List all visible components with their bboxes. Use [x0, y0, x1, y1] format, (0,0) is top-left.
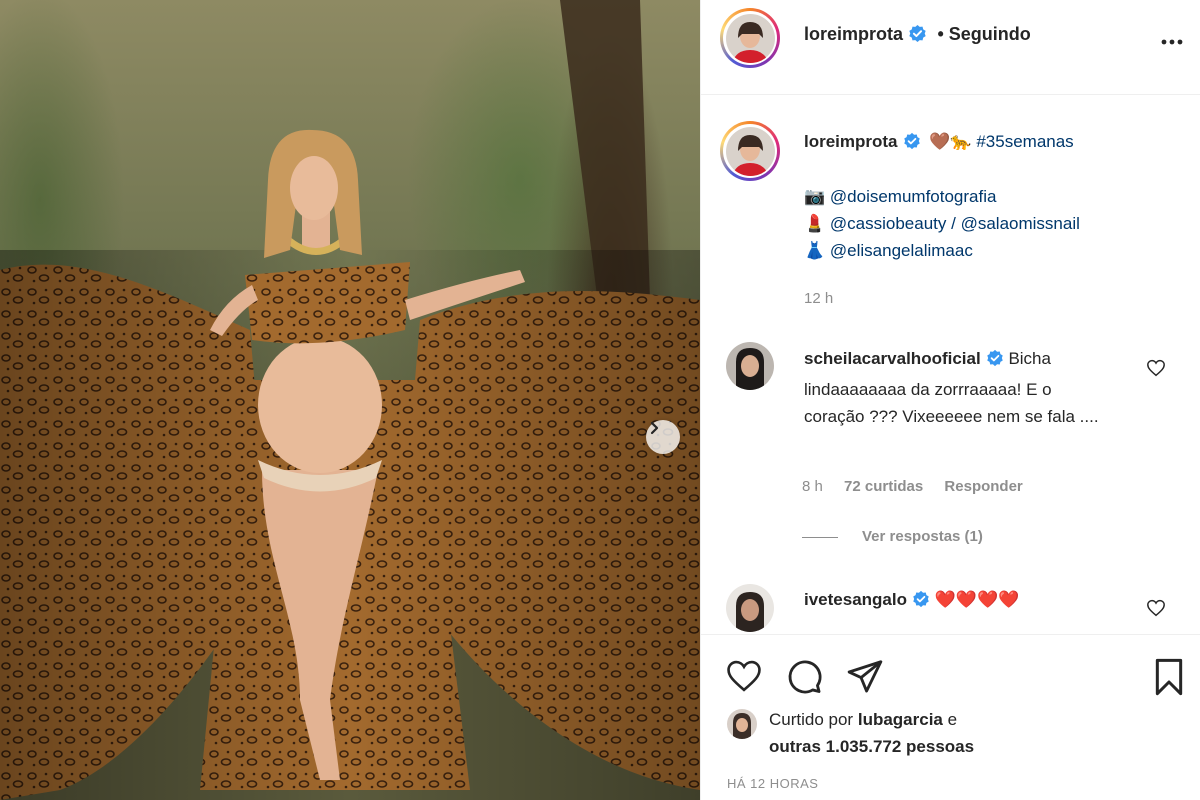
- credit-line-2: 💄 @cassiobeauty / @salaomissnail: [804, 214, 1080, 234]
- more-options-button[interactable]: [1161, 28, 1183, 51]
- post-actions: Curtido por lubagarcia e outras 1.035.77…: [701, 634, 1200, 800]
- post-header: loreimprota • Seguindo: [701, 0, 1200, 95]
- author-avatar-image: [725, 13, 775, 63]
- liked-by-avatar[interactable]: [727, 709, 757, 739]
- liked-by-user[interactable]: lubagarcia: [858, 710, 943, 729]
- comment-button[interactable]: [785, 657, 823, 700]
- comments-list[interactable]: loreimprota 🤎🐆 #35semanas 📷 @doisemumfot…: [701, 96, 1200, 634]
- save-button[interactable]: [1151, 657, 1187, 702]
- caption-username[interactable]: loreimprota: [804, 132, 898, 151]
- comment-icon: [788, 660, 822, 694]
- caption-avatar-image: [725, 126, 775, 176]
- dress-emoji-icon: 👗: [804, 241, 826, 260]
- caption-emojis: 🤎🐆: [929, 132, 972, 151]
- liked-by-connector: e: [947, 710, 958, 729]
- verified-badge-icon: [912, 589, 930, 617]
- post-timestamp[interactable]: HÁ 12 HORAS: [727, 776, 818, 791]
- credit-nail-link[interactable]: @salaomissnail: [961, 214, 1080, 233]
- caption-hashtag[interactable]: #35semanas: [976, 132, 1073, 151]
- credit-dress-link[interactable]: @elisangelalimaac: [830, 241, 973, 260]
- post-side-panel: loreimprota • Seguindo loreimprota 🤎🐆 #3…: [700, 0, 1200, 800]
- credit-line-1: 📷 @doisemumfotografia: [804, 187, 996, 207]
- comment-likes-count[interactable]: 72 curtidas: [844, 478, 923, 495]
- credit-separator: /: [946, 214, 961, 233]
- following-status[interactable]: • Seguindo: [937, 24, 1030, 44]
- likes-count[interactable]: outras 1.035.772 pessoas: [769, 737, 974, 756]
- author-avatar[interactable]: [720, 8, 780, 68]
- comment-username[interactable]: scheilacarvalhooficial: [804, 349, 981, 368]
- caption-time[interactable]: 12 h: [804, 290, 833, 307]
- replies-divider-line: [802, 536, 838, 538]
- post-photo[interactable]: [0, 0, 700, 800]
- view-replies-button[interactable]: Ver respostas (1): [802, 528, 983, 545]
- comment-body: scheilacarvalhooficial Bicha lindaaaaaaa…: [804, 345, 1114, 431]
- verified-badge-icon: [986, 348, 1004, 376]
- liked-by-line: Curtido por lubagarcia e: [769, 710, 957, 730]
- comment-like-button[interactable]: [1146, 599, 1166, 622]
- lipstick-emoji-icon: 💄: [804, 214, 826, 233]
- credit-line-3: 👗 @elisangelalimaac: [804, 241, 973, 261]
- commenter-avatar[interactable]: [726, 584, 774, 632]
- comment-time[interactable]: 8 h: [802, 478, 823, 495]
- photo-illustration: [0, 0, 700, 800]
- verified-badge-icon: [903, 132, 921, 155]
- comment-body: ivetesangalo ❤️❤️❤️❤️: [804, 586, 1114, 617]
- paper-plane-icon: [847, 660, 883, 693]
- next-photo-button[interactable]: [646, 420, 680, 454]
- comment-meta: 8 h 72 curtidas Responder: [802, 478, 1023, 495]
- author-username[interactable]: loreimprota: [804, 24, 903, 44]
- commenter-avatar-image: [726, 584, 774, 632]
- reply-button[interactable]: Responder: [944, 478, 1022, 495]
- camera-emoji-icon: 📷: [804, 187, 826, 206]
- chevron-right-icon: [650, 421, 659, 435]
- caption-text: loreimprota 🤎🐆 #35semanas: [804, 132, 1074, 155]
- share-button[interactable]: [846, 657, 884, 700]
- heart-outline-icon: [727, 660, 761, 692]
- caption-author-avatar[interactable]: [720, 121, 780, 181]
- liked-by-prefix: Curtido por: [769, 710, 854, 729]
- likes-count-line[interactable]: outras 1.035.772 pessoas: [769, 737, 974, 757]
- heart-outline-icon: [1147, 359, 1165, 377]
- view-replies-label: Ver respostas (1): [862, 528, 983, 545]
- more-horizontal-icon: [1161, 39, 1183, 45]
- credit-beauty-link[interactable]: @cassiobeauty: [830, 214, 947, 233]
- commenter-avatar-image: [726, 342, 774, 390]
- heart-outline-icon: [1147, 599, 1165, 617]
- credit-photographer-link[interactable]: @doisemumfotografia: [830, 187, 997, 206]
- like-button[interactable]: [725, 659, 763, 698]
- comment-like-button[interactable]: [1146, 359, 1166, 382]
- bookmark-icon: [1155, 658, 1183, 696]
- comment-text: ❤️❤️❤️❤️: [934, 590, 1020, 609]
- verified-badge-icon: [908, 24, 927, 48]
- liked-by-avatar-image: [727, 709, 757, 739]
- comment-username[interactable]: ivetesangalo: [804, 590, 907, 609]
- commenter-avatar[interactable]: [726, 342, 774, 390]
